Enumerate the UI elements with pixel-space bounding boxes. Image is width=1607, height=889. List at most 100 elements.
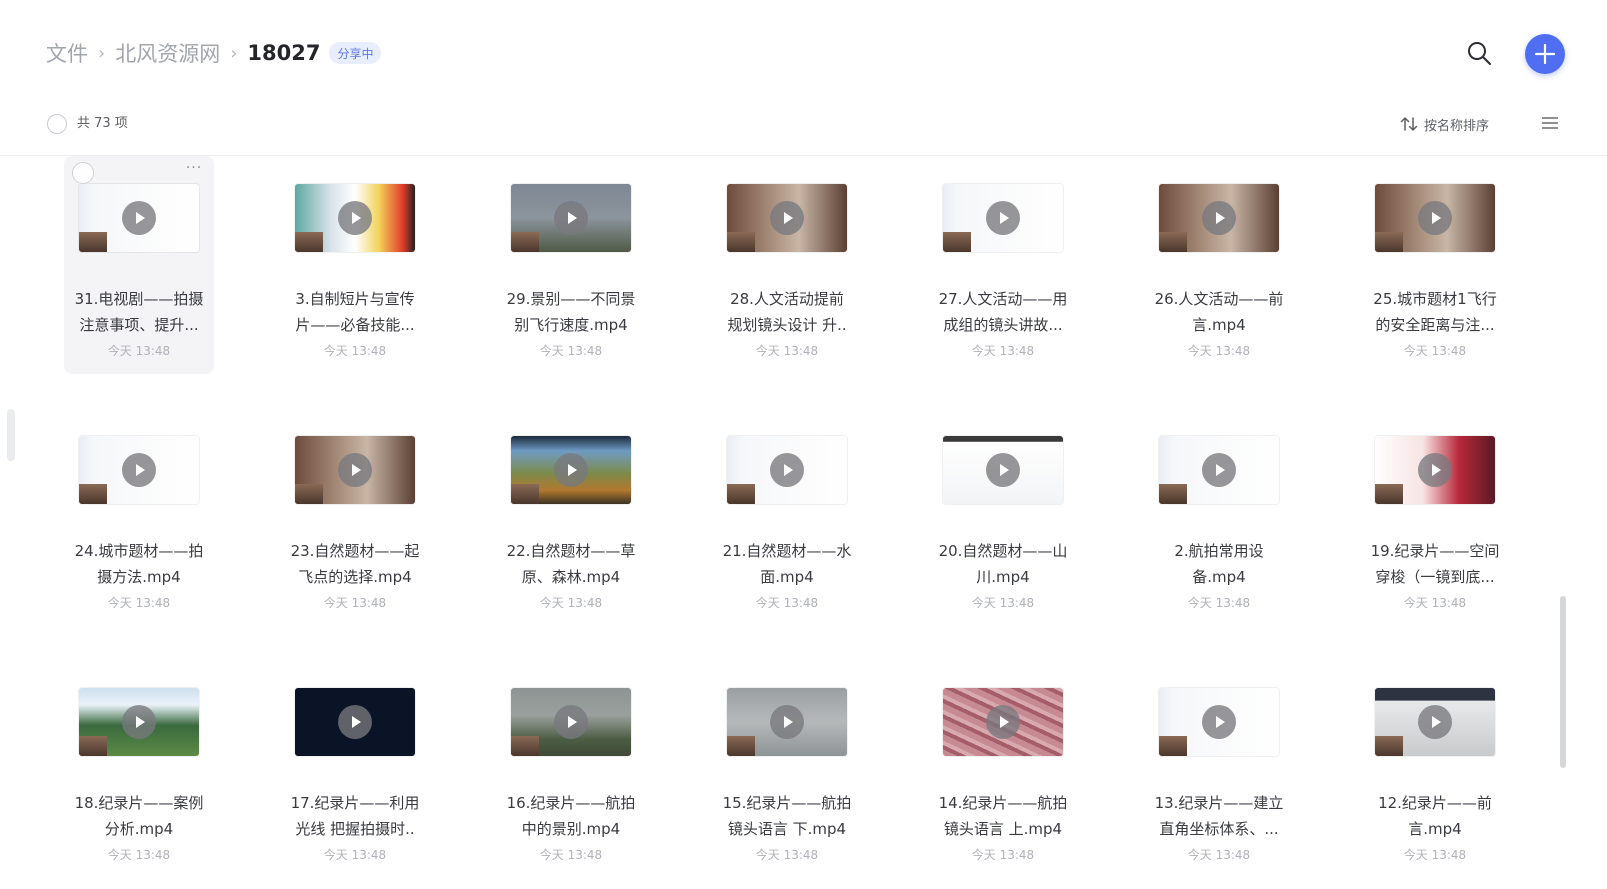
file-card[interactable]: 18.纪录片——案例 分析.mp4 今天 13:48 bbox=[64, 660, 214, 878]
file-name-line: 24.城市题材——拍 bbox=[74, 542, 204, 560]
search-button[interactable] bbox=[1467, 41, 1493, 67]
file-card[interactable]: 3.自制短片与宣传 片——必备技能... 今天 13:48 bbox=[280, 156, 430, 374]
play-icon[interactable] bbox=[770, 453, 804, 487]
play-icon[interactable] bbox=[1418, 201, 1452, 235]
presenter-inset bbox=[79, 232, 107, 252]
play-icon[interactable] bbox=[1418, 705, 1452, 739]
side-scroll-handle[interactable] bbox=[7, 409, 15, 461]
file-card[interactable]: 21.自然题材——水 面.mp4 今天 13:48 bbox=[712, 408, 862, 626]
more-options-icon[interactable]: ··· bbox=[182, 161, 206, 180]
video-thumbnail[interactable] bbox=[295, 436, 415, 504]
file-name-line: 言.mp4 bbox=[1192, 316, 1246, 334]
select-all-checkbox[interactable] bbox=[47, 114, 67, 134]
file-card[interactable]: 17.纪录片——利用 光线 把握拍摄时.. 今天 13:48 bbox=[280, 660, 430, 878]
play-icon[interactable] bbox=[1202, 201, 1236, 235]
file-name-line: 18.纪录片——案例 bbox=[74, 794, 204, 812]
file-name: 20.自然题材——山 川.mp4 bbox=[928, 538, 1078, 590]
play-icon[interactable] bbox=[338, 705, 372, 739]
video-thumbnail[interactable] bbox=[1159, 436, 1279, 504]
play-icon[interactable] bbox=[122, 705, 156, 739]
play-icon[interactable] bbox=[554, 201, 588, 235]
video-thumbnail[interactable] bbox=[511, 184, 631, 252]
file-name-line: 20.自然题材——山 bbox=[938, 542, 1068, 560]
file-modified-time: 今天 13:48 bbox=[1187, 596, 1251, 610]
file-card[interactable]: 25.城市题材1飞行 的安全距离与注... 今天 13:48 bbox=[1360, 156, 1510, 374]
sort-button[interactable]: 按名称排序 bbox=[1400, 114, 1489, 134]
breadcrumb-item-folder[interactable]: 北风资源网 bbox=[115, 38, 220, 68]
file-card[interactable]: 12.纪录片——前 言.mp4 今天 13:48 bbox=[1360, 660, 1510, 878]
video-thumbnail[interactable] bbox=[943, 688, 1063, 756]
file-name: 23.自然题材——起 飞点的选择.mp4 bbox=[280, 538, 430, 590]
file-card[interactable]: 19.纪录片——空间 穿梭（一镜到底... 今天 13:48 bbox=[1360, 408, 1510, 626]
play-icon[interactable] bbox=[554, 705, 588, 739]
video-thumbnail[interactable] bbox=[1159, 688, 1279, 756]
video-thumbnail[interactable] bbox=[511, 688, 631, 756]
play-icon[interactable] bbox=[770, 705, 804, 739]
file-name-line: 面.mp4 bbox=[760, 568, 814, 586]
video-thumbnail[interactable] bbox=[511, 436, 631, 504]
file-card[interactable]: 28.人文活动提前 规划镜头设计 升.. 今天 13:48 bbox=[712, 156, 862, 374]
file-name: 21.自然题材——水 面.mp4 bbox=[712, 538, 862, 590]
file-card[interactable]: 13.纪录片——建立 直角坐标体系、... 今天 13:48 bbox=[1144, 660, 1294, 878]
view-toggle-button[interactable] bbox=[1540, 113, 1560, 133]
video-thumbnail[interactable] bbox=[295, 688, 415, 756]
video-thumbnail[interactable] bbox=[943, 436, 1063, 504]
file-name-line: 片——必备技能... bbox=[295, 316, 415, 334]
file-card[interactable]: 20.自然题材——山 川.mp4 今天 13:48 bbox=[928, 408, 1078, 626]
video-thumbnail[interactable] bbox=[727, 688, 847, 756]
file-card[interactable]: 23.自然题材——起 飞点的选择.mp4 今天 13:48 bbox=[280, 408, 430, 626]
play-icon[interactable] bbox=[986, 453, 1020, 487]
file-card[interactable]: 16.纪录片——航拍 中的景别.mp4 今天 13:48 bbox=[496, 660, 646, 878]
play-icon[interactable] bbox=[554, 453, 588, 487]
play-icon[interactable] bbox=[122, 201, 156, 235]
video-thumbnail[interactable] bbox=[943, 184, 1063, 252]
file-card[interactable]: 15.纪录片——航拍 镜头语言 下.mp4 今天 13:48 bbox=[712, 660, 862, 878]
file-card[interactable]: 22.自然题材——草 原、森林.mp4 今天 13:48 bbox=[496, 408, 646, 626]
presenter-inset bbox=[727, 736, 755, 756]
play-icon[interactable] bbox=[338, 453, 372, 487]
file-modified-time: 今天 13:48 bbox=[1187, 344, 1251, 358]
sharing-status-badge: 分享中 bbox=[329, 42, 382, 64]
file-card[interactable]: 27.人文活动——用 成组的镜头讲故... 今天 13:48 bbox=[928, 156, 1078, 374]
file-card[interactable]: 26.人文活动——前 言.mp4 今天 13:48 bbox=[1144, 156, 1294, 374]
file-card[interactable]: ··· 31.电视剧——拍摄 注意事项、提升... 今天 13:48 bbox=[64, 156, 214, 374]
file-modified-time: 今天 13:48 bbox=[539, 596, 603, 610]
video-thumbnail[interactable] bbox=[295, 184, 415, 252]
file-card[interactable]: 14.纪录片——航拍 镜头语言 上.mp4 今天 13:48 bbox=[928, 660, 1078, 878]
scrollbar-thumb[interactable] bbox=[1560, 596, 1566, 768]
file-card[interactable]: 2.航拍常用设 备.mp4 今天 13:48 bbox=[1144, 408, 1294, 626]
file-modified-time: 今天 13:48 bbox=[107, 596, 171, 610]
file-name: 26.人文活动——前 言.mp4 bbox=[1144, 286, 1294, 338]
file-card[interactable]: 29.景别——不同景 别飞行速度.mp4 今天 13:48 bbox=[496, 156, 646, 374]
file-name: 3.自制短片与宣传 片——必备技能... bbox=[280, 286, 430, 338]
play-icon[interactable] bbox=[1418, 453, 1452, 487]
play-icon[interactable] bbox=[1202, 705, 1236, 739]
play-icon[interactable] bbox=[770, 201, 804, 235]
file-card[interactable]: 24.城市题材——拍 摄方法.mp4 今天 13:48 bbox=[64, 408, 214, 626]
presenter-inset bbox=[1159, 736, 1187, 756]
add-button[interactable] bbox=[1525, 34, 1565, 74]
breadcrumb-item-files[interactable]: 文件 bbox=[46, 38, 88, 68]
presenter-inset bbox=[511, 736, 539, 756]
play-icon[interactable] bbox=[338, 201, 372, 235]
video-thumbnail[interactable] bbox=[1375, 688, 1495, 756]
video-thumbnail[interactable] bbox=[79, 436, 199, 504]
file-name-line: 14.纪录片——航拍 bbox=[938, 794, 1068, 812]
video-thumbnail[interactable] bbox=[727, 184, 847, 252]
video-thumbnail[interactable] bbox=[1375, 436, 1495, 504]
video-thumbnail[interactable] bbox=[79, 184, 199, 252]
file-name-line: 16.纪录片——航拍 bbox=[506, 794, 636, 812]
video-thumbnail[interactable] bbox=[79, 688, 199, 756]
video-thumbnail[interactable] bbox=[1159, 184, 1279, 252]
video-thumbnail[interactable] bbox=[1375, 184, 1495, 252]
video-thumbnail[interactable] bbox=[727, 436, 847, 504]
file-name: 27.人文活动——用 成组的镜头讲故... bbox=[928, 286, 1078, 338]
file-name-line: 直角坐标体系、... bbox=[1159, 820, 1279, 838]
play-icon[interactable] bbox=[122, 453, 156, 487]
file-checkbox[interactable] bbox=[72, 162, 94, 184]
file-name-line: 镜头语言 下.mp4 bbox=[727, 820, 847, 838]
play-icon[interactable] bbox=[986, 201, 1020, 235]
play-icon[interactable] bbox=[1202, 453, 1236, 487]
item-count: 共 73 项 bbox=[77, 116, 128, 131]
play-icon[interactable] bbox=[986, 705, 1020, 739]
